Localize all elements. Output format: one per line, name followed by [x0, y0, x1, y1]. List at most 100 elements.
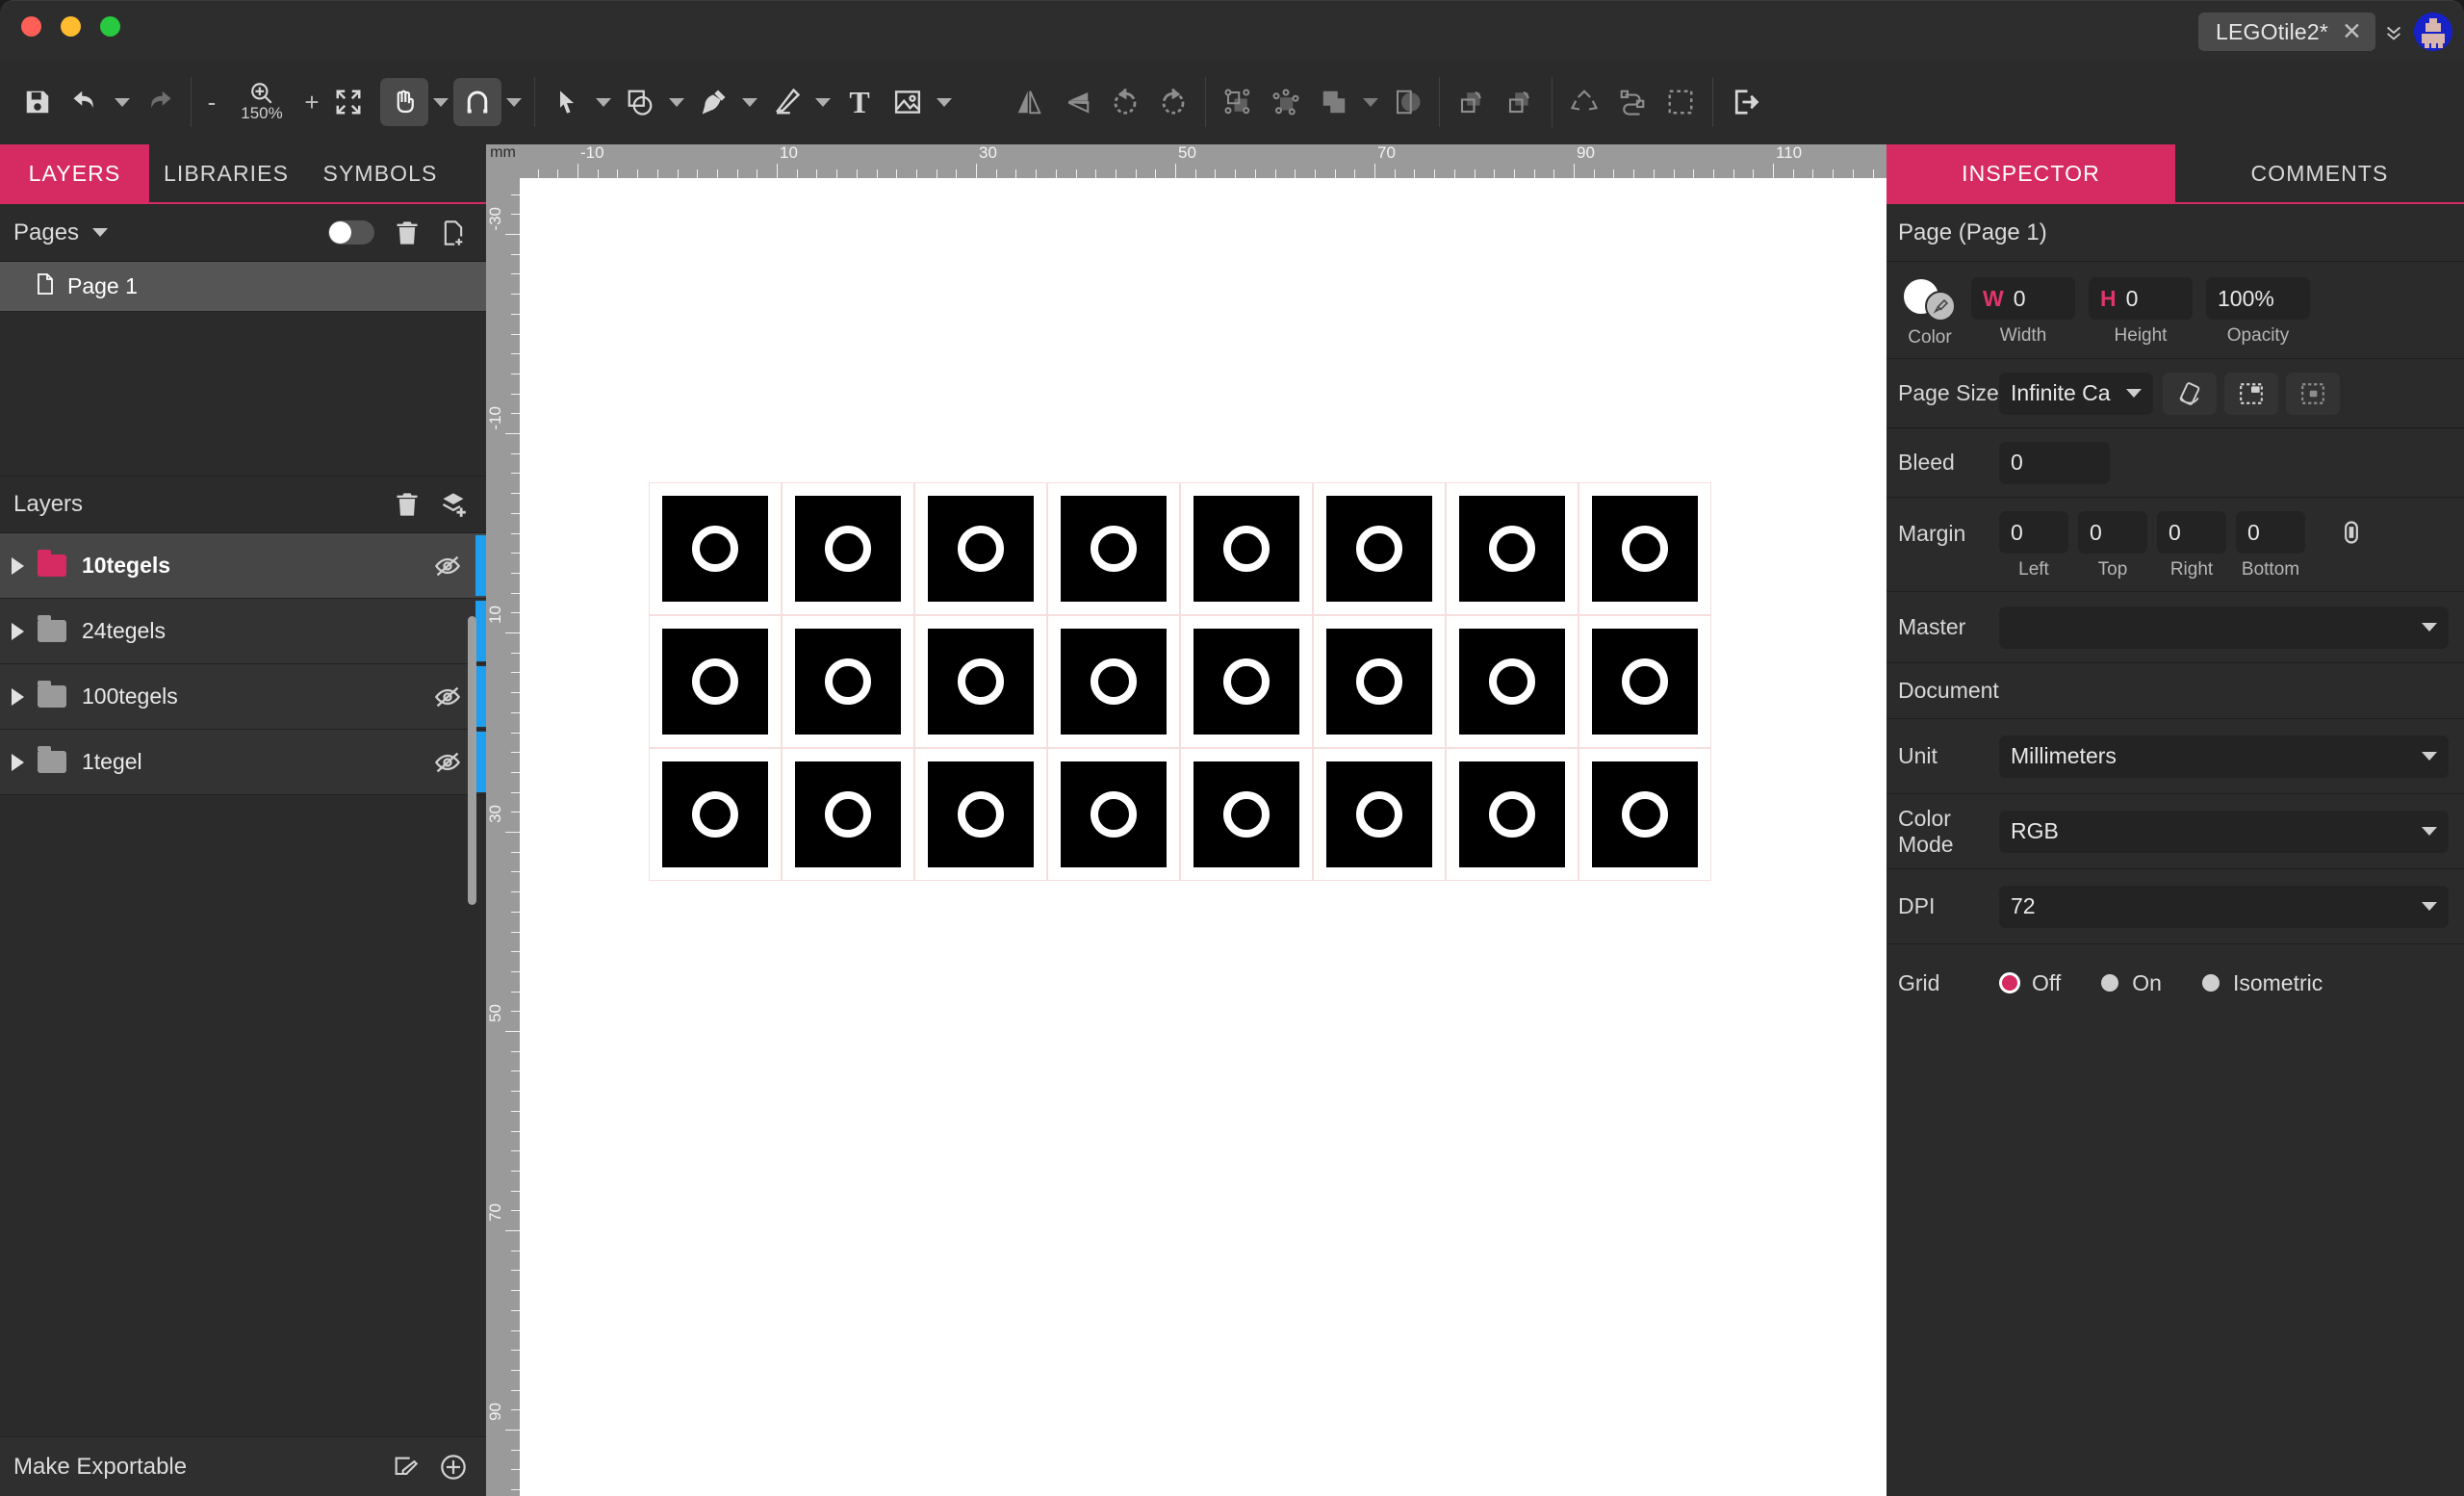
- chevron-double-down-icon[interactable]: [2383, 22, 2404, 43]
- opacity-input[interactable]: 100%: [2206, 277, 2310, 320]
- hand-tool-dropdown[interactable]: [428, 78, 453, 126]
- pencil-tool-icon[interactable]: [762, 78, 810, 126]
- rotate-orientation-icon[interactable]: [2163, 373, 2217, 415]
- margin-bottom-input[interactable]: 0: [2236, 511, 2305, 554]
- flip-horizontal-icon[interactable]: [1005, 78, 1053, 126]
- bring-forward-icon[interactable]: [1448, 78, 1496, 126]
- tab-inspector[interactable]: INSPECTOR: [1886, 144, 2175, 202]
- snap-options-dropdown[interactable]: [501, 78, 526, 126]
- zoom-level-display[interactable]: 150%: [228, 81, 295, 123]
- color-mode-select[interactable]: RGB: [1999, 811, 2449, 853]
- bleed-input[interactable]: 0: [1999, 442, 2110, 484]
- pencil-tool-dropdown[interactable]: [810, 78, 835, 126]
- horizontal-ruler[interactable]: -101030507090110130150: [520, 144, 1886, 178]
- lego-tile-grid[interactable]: [649, 482, 1711, 881]
- expand-triangle-icon[interactable]: [12, 688, 24, 706]
- new-page-icon[interactable]: [440, 219, 467, 246]
- convert-shape-icon[interactable]: [1560, 78, 1608, 126]
- make-exportable-bar[interactable]: Make Exportable: [0, 1436, 486, 1496]
- tile-cell[interactable]: [782, 748, 914, 881]
- pen-tool-dropdown[interactable]: [737, 78, 762, 126]
- margin-left-input[interactable]: 0: [1999, 511, 2068, 554]
- tile-cell[interactable]: [1313, 482, 1446, 615]
- delete-layer-icon[interactable]: [394, 491, 421, 518]
- tab-comments[interactable]: COMMENTS: [2175, 144, 2464, 202]
- tile-cell[interactable]: [914, 482, 1047, 615]
- tile-cell[interactable]: [1180, 748, 1313, 881]
- tile-cell[interactable]: [1313, 615, 1446, 748]
- layer-row[interactable]: 100tegels: [0, 664, 486, 730]
- expand-triangle-icon[interactable]: [12, 754, 24, 771]
- avatar[interactable]: [2414, 13, 2452, 51]
- shape-tool-dropdown[interactable]: [664, 78, 689, 126]
- pages-collapse-icon[interactable]: [92, 228, 108, 237]
- fit-to-screen-icon[interactable]: [324, 78, 372, 126]
- layer-row[interactable]: 10tegels: [0, 533, 486, 599]
- tile-cell[interactable]: [1578, 615, 1711, 748]
- tab-symbols[interactable]: SYMBOLS: [303, 144, 457, 202]
- minimize-window-button[interactable]: [61, 16, 81, 37]
- tile-cell[interactable]: [1047, 748, 1180, 881]
- tile-cell[interactable]: [649, 748, 782, 881]
- tile-cell[interactable]: [914, 615, 1047, 748]
- undo-icon[interactable]: [62, 78, 110, 126]
- pages-list-item[interactable]: Page 1: [0, 262, 486, 312]
- eyedropper-icon[interactable]: [1925, 291, 1956, 322]
- link-margins-icon[interactable]: [2338, 511, 2365, 546]
- zoom-in-button[interactable]: +: [299, 88, 324, 117]
- close-window-button[interactable]: [21, 16, 41, 37]
- tile-cell[interactable]: [914, 748, 1047, 881]
- expand-triangle-icon[interactable]: [12, 557, 24, 575]
- distribute-nodes-icon[interactable]: [1262, 78, 1310, 126]
- eye-hidden-icon[interactable]: [434, 749, 461, 776]
- image-tool-icon[interactable]: [884, 78, 932, 126]
- height-input[interactable]: H 0: [2089, 277, 2193, 320]
- eye-hidden-icon[interactable]: [434, 553, 461, 580]
- marquee-select-icon[interactable]: [1656, 78, 1705, 126]
- tile-cell[interactable]: [649, 615, 782, 748]
- save-icon[interactable]: [13, 78, 62, 126]
- document-tab[interactable]: LEGOtile2* ✕: [2198, 13, 2375, 51]
- export-icon[interactable]: [1721, 78, 1769, 126]
- tile-cell[interactable]: [1180, 482, 1313, 615]
- master-select[interactable]: [1999, 606, 2449, 649]
- grid-option-on[interactable]: On: [2099, 970, 2162, 996]
- new-layer-icon[interactable]: [440, 491, 467, 518]
- grid-option-isometric[interactable]: Isometric: [2200, 970, 2323, 996]
- delete-page-icon[interactable]: [394, 219, 421, 246]
- redo-icon[interactable]: [135, 78, 183, 126]
- tile-cell[interactable]: [1047, 482, 1180, 615]
- tile-cell[interactable]: [1578, 748, 1711, 881]
- eye-hidden-icon[interactable]: [434, 684, 461, 710]
- plus-circle-icon[interactable]: [440, 1454, 467, 1481]
- tile-cell[interactable]: [1180, 615, 1313, 748]
- tile-cell[interactable]: [649, 482, 782, 615]
- tab-layers[interactable]: LAYERS: [0, 144, 149, 202]
- layer-row[interactable]: 24tegels: [0, 599, 486, 664]
- hand-tool-icon[interactable]: [380, 78, 428, 126]
- align-objects-icon[interactable]: [1214, 78, 1262, 126]
- edit-slice-icon[interactable]: [392, 1454, 419, 1481]
- tile-cell[interactable]: [1446, 615, 1578, 748]
- rotate-counterclockwise-icon[interactable]: [1101, 78, 1149, 126]
- tile-cell[interactable]: [782, 482, 914, 615]
- flip-vertical-icon[interactable]: [1053, 78, 1101, 126]
- layer-row[interactable]: 1tegel: [0, 730, 486, 795]
- zoom-out-button[interactable]: -: [199, 88, 224, 117]
- shape-tool-icon[interactable]: [616, 78, 664, 126]
- tile-cell[interactable]: [1578, 482, 1711, 615]
- canvas-scrollbar[interactable]: [468, 616, 476, 905]
- undo-history-dropdown[interactable]: [110, 78, 135, 126]
- margin-right-input[interactable]: 0: [2157, 511, 2226, 554]
- design-canvas[interactable]: [520, 178, 1886, 1496]
- expand-triangle-icon[interactable]: [12, 623, 24, 640]
- unit-select[interactable]: Millimeters: [1999, 735, 2449, 778]
- boolean-dropdown[interactable]: [1358, 78, 1383, 126]
- snap-magnet-icon[interactable]: [453, 78, 501, 126]
- page-fit-selection-icon[interactable]: [2286, 373, 2340, 415]
- tile-cell[interactable]: [1047, 615, 1180, 748]
- tab-libraries[interactable]: LIBRARIES: [149, 144, 303, 202]
- path-node-icon[interactable]: [1608, 78, 1656, 126]
- page-fit-content-icon[interactable]: [2224, 373, 2278, 415]
- page-size-select[interactable]: Infinite Ca: [1999, 373, 2153, 415]
